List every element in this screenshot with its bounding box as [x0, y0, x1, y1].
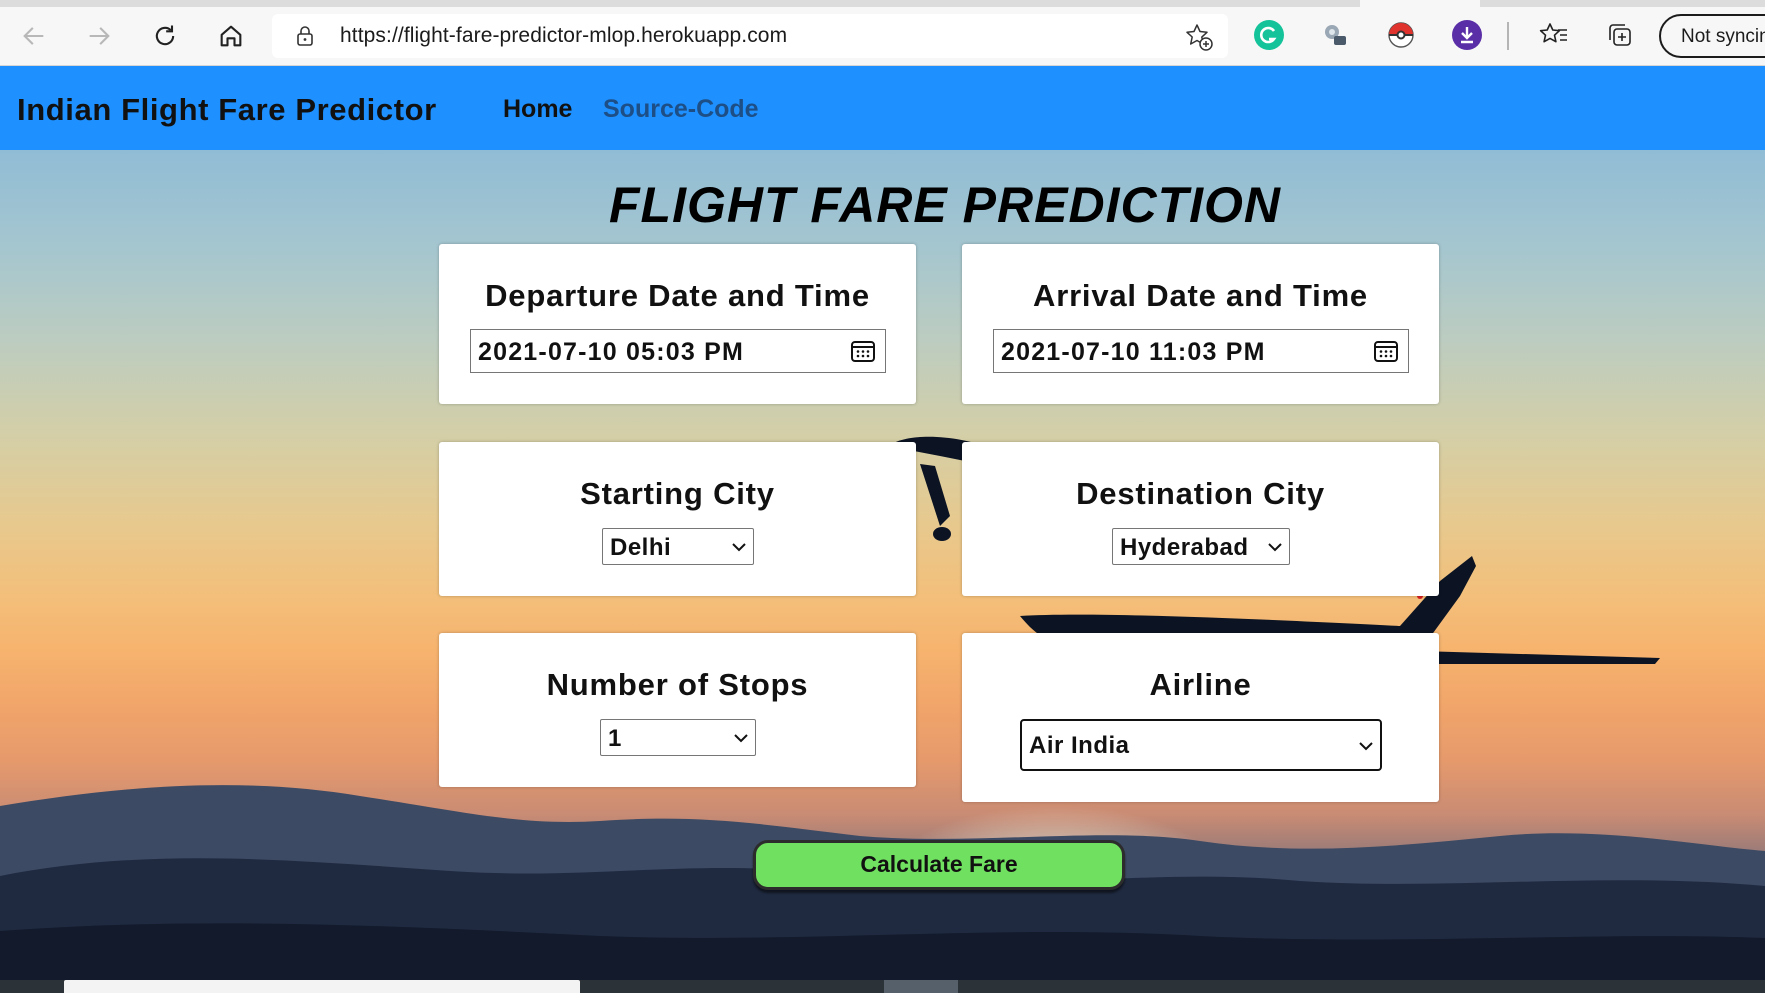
- destination-city-label: Destination City: [1076, 476, 1325, 511]
- calendar-icon[interactable]: [1373, 338, 1399, 364]
- site-navbar: Indian Flight Fare Predictor Home Source…: [0, 66, 1765, 150]
- home-icon: [220, 25, 242, 47]
- browser-toolbar: https://flight-fare-predictor-mlop.herok…: [0, 0, 1765, 66]
- chevron-down-icon: [732, 543, 746, 552]
- calculate-fare-button[interactable]: Calculate Fare: [753, 840, 1125, 890]
- arrival-label: Arrival Date and Time: [1033, 278, 1368, 313]
- airline-select[interactable]: Air India: [1020, 719, 1382, 771]
- download-icon[interactable]: [1452, 20, 1482, 50]
- grammarly-icon[interactable]: [1254, 20, 1284, 50]
- back-icon: [23, 27, 44, 45]
- source-city-select[interactable]: Delhi: [602, 528, 754, 565]
- departure-value: 2021-07-10 05:03 PM: [478, 338, 745, 366]
- taskbar: [0, 980, 1765, 993]
- sync-button[interactable]: Not syncing: [1659, 14, 1765, 58]
- stops-card: Number of Stops 1: [439, 633, 916, 787]
- refresh-button[interactable]: [145, 18, 185, 54]
- refresh-icon: [155, 25, 175, 46]
- page-title: FLIGHT FARE PREDICTION: [609, 177, 1281, 233]
- airline-value: Air India: [1029, 732, 1130, 759]
- departure-card: Departure Date and Time 2021-07-10 05:03…: [439, 244, 916, 404]
- page-background: Indian Flight Fare Predictor Home Source…: [0, 66, 1765, 980]
- arrival-value: 2021-07-10 11:03 PM: [1001, 338, 1266, 366]
- forward-button[interactable]: [79, 18, 119, 54]
- destination-city-card: Destination City Hyderabad: [962, 442, 1439, 596]
- add-favorite-icon[interactable]: [1184, 22, 1214, 52]
- arrival-datetime-input[interactable]: 2021-07-10 11:03 PM: [993, 329, 1409, 373]
- chevron-down-icon: [734, 734, 748, 743]
- destination-city-value: Hyderabad: [1120, 534, 1249, 561]
- source-city-card: Starting City Delhi: [439, 442, 916, 596]
- taskbar-search-box[interactable]: [64, 980, 580, 993]
- arrival-card: Arrival Date and Time 2021-07-10 11:03 P…: [962, 244, 1439, 404]
- url-text[interactable]: https://flight-fare-predictor-mlop.herok…: [340, 24, 787, 48]
- source-city-label: Starting City: [580, 476, 775, 511]
- pokeball-icon[interactable]: [1386, 20, 1416, 50]
- collections-icon[interactable]: [1605, 20, 1635, 50]
- back-button[interactable]: [14, 18, 54, 54]
- taskbar-active-app[interactable]: [884, 980, 958, 993]
- home-button[interactable]: [211, 18, 251, 54]
- tab-strip: [0, 0, 1765, 7]
- forward-icon: [89, 27, 110, 45]
- address-bar[interactable]: https://flight-fare-predictor-mlop.herok…: [272, 14, 1228, 58]
- chevron-down-icon: [1268, 543, 1282, 552]
- departure-datetime-input[interactable]: 2021-07-10 05:03 PM: [470, 329, 886, 373]
- stops-select[interactable]: 1: [600, 719, 756, 756]
- nav-link-home[interactable]: Home: [503, 95, 572, 124]
- stops-label: Number of Stops: [546, 667, 809, 702]
- source-city-value: Delhi: [610, 534, 672, 561]
- site-brand[interactable]: Indian Flight Fare Predictor: [17, 92, 437, 128]
- destination-city-select[interactable]: Hyderabad: [1112, 528, 1290, 565]
- favorites-icon[interactable]: [1539, 20, 1569, 50]
- airline-card: Airline Air India: [962, 633, 1439, 802]
- airline-label: Airline: [1149, 667, 1252, 702]
- nav-link-source-code[interactable]: Source-Code: [603, 95, 759, 124]
- chevron-down-icon: [1359, 742, 1373, 751]
- departure-label: Departure Date and Time: [485, 278, 870, 313]
- calendar-icon[interactable]: [850, 338, 876, 364]
- toolbar-divider: [1507, 22, 1509, 50]
- extension-icon[interactable]: [1320, 20, 1350, 50]
- lock-icon[interactable]: [294, 24, 316, 48]
- stops-value: 1: [608, 725, 622, 752]
